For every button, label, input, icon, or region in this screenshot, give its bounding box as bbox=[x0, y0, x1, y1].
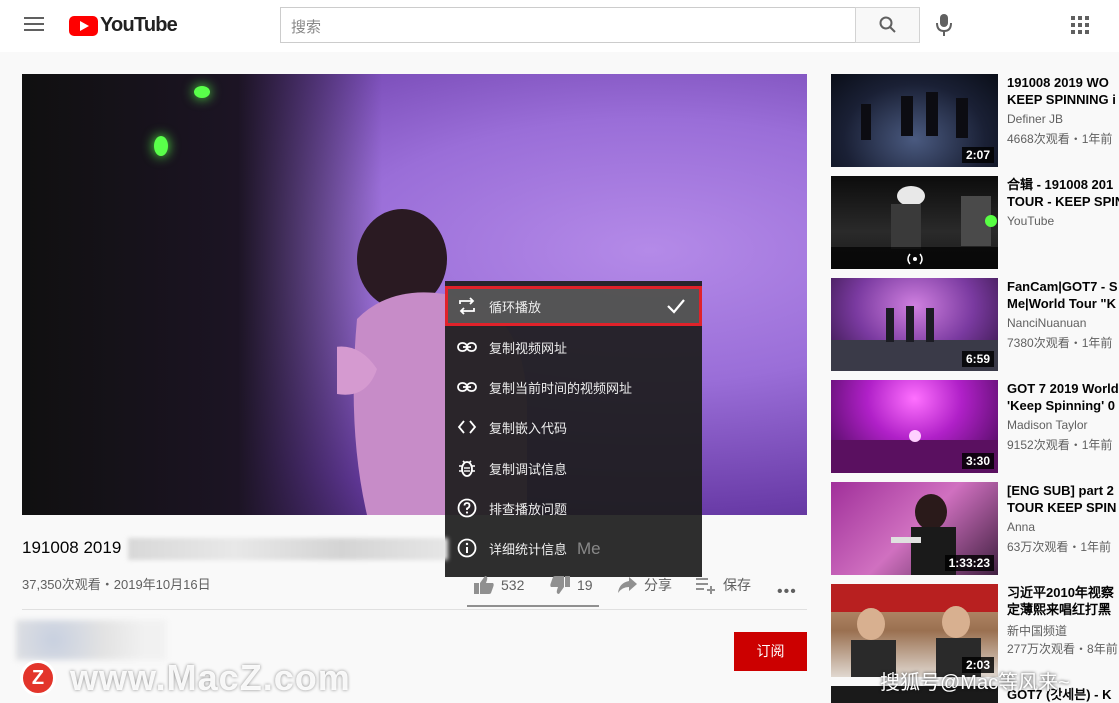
menu-item-troubleshoot[interactable]: 排查播放问题 bbox=[445, 488, 702, 528]
recommendation-item[interactable]: 1:33:23 [ENG SUB] part 2 TOUR KEEP SPIN A… bbox=[831, 482, 1119, 575]
video-thumbnail: 3:30 bbox=[831, 380, 998, 473]
recommendation-item[interactable]: 6:59 FanCam|GOT7 - S Me|World Tour "K Nan… bbox=[831, 278, 1119, 371]
video-title: 191008 2019 bbox=[22, 538, 122, 557]
video-meta: 37,350次观看・2019年10月16日 bbox=[22, 577, 211, 592]
rec-channel: Definer JB bbox=[1007, 112, 1064, 126]
recommendation-item[interactable]: 合辑 - 191008 201 TOUR - KEEP SPIN YouTube bbox=[831, 176, 1119, 269]
menu-item-copy-url-at-time[interactable]: 复制当前时间的视频网址 bbox=[445, 367, 702, 407]
duration-badge: 6:59 bbox=[961, 351, 994, 367]
save-label: 保存 bbox=[723, 577, 751, 593]
live-playlist-bar bbox=[831, 247, 998, 269]
rec-title: 191008 2019 WO KEEP SPINNING i bbox=[1007, 75, 1116, 107]
rec-channel: 新中国频道 bbox=[1007, 624, 1068, 638]
duration-badge: 3:30 bbox=[961, 453, 994, 469]
apps-grid-icon[interactable] bbox=[1071, 16, 1089, 34]
share-label: 分享 bbox=[644, 577, 672, 593]
rec-views: 277万次观看・8年前 bbox=[1007, 642, 1118, 656]
like-button[interactable]: 532 bbox=[473, 575, 524, 595]
video-title-tail: Me bbox=[577, 539, 601, 558]
rec-channel: NanciNuanuan bbox=[1007, 316, 1087, 330]
video-thumbnail: 1:33:23 bbox=[831, 482, 998, 575]
video-thumbnail bbox=[831, 176, 998, 269]
menu-item-label: 排查播放问题 bbox=[489, 501, 568, 517]
video-thumbnail: 2:03 bbox=[831, 584, 998, 677]
info-icon bbox=[457, 538, 477, 558]
search-input[interactable]: 搜索 bbox=[280, 7, 856, 43]
menu-item-label: 详细统计信息 bbox=[489, 541, 568, 557]
rec-title: [ENG SUB] part 2 TOUR KEEP SPIN bbox=[1007, 483, 1117, 515]
rec-channel: YouTube bbox=[1007, 214, 1055, 228]
recommendation-item[interactable]: 2:07 191008 2019 WO KEEP SPINNING i Defin… bbox=[831, 74, 1119, 167]
link-icon bbox=[457, 342, 477, 352]
search-button[interactable] bbox=[855, 7, 920, 43]
video-thumbnail: 2:07 bbox=[831, 74, 998, 167]
macz-logo: Z bbox=[20, 660, 56, 696]
rec-views: 9152次观看・1年前 bbox=[1007, 438, 1113, 452]
glow-light-2 bbox=[154, 136, 168, 156]
recommendation-item[interactable]: 3:30 GOT 7 2019 World 'Keep Spinning' 0 M… bbox=[831, 380, 1119, 473]
code-icon bbox=[457, 420, 477, 434]
rec-channel: Anna bbox=[1007, 520, 1036, 534]
checkmark-icon bbox=[667, 299, 685, 314]
rec-title: 习近平2010年视察 定薄熙来唱红打黑 bbox=[1007, 585, 1114, 617]
player-dark-region bbox=[22, 74, 382, 515]
rec-views: 63万次观看・1年前 bbox=[1007, 540, 1112, 554]
top-bar: YouTube 搜索 bbox=[0, 0, 1119, 52]
rec-channel: Madison Taylor bbox=[1007, 418, 1088, 432]
dislike-button[interactable]: 19 bbox=[549, 575, 593, 595]
help-icon bbox=[457, 498, 477, 518]
duration-badge: 2:07 bbox=[961, 147, 994, 163]
link-icon bbox=[457, 382, 477, 392]
youtube-logo[interactable]: YouTube bbox=[69, 14, 178, 37]
recommendation-item[interactable]: 2:03 习近平2010年视察 定薄熙来唱红打黑 新中国频道 277万次观看・8年… bbox=[831, 584, 1119, 677]
share-button[interactable]: 分享 bbox=[616, 575, 672, 595]
macz-watermark: Z www.MacZ.com bbox=[20, 657, 351, 699]
thumbs-down-icon bbox=[550, 576, 570, 594]
microphone-icon[interactable] bbox=[934, 13, 954, 37]
blurred-channel-info bbox=[16, 620, 166, 660]
rec-title: 合辑 - 191008 201 TOUR - KEEP SPIN bbox=[1007, 177, 1119, 209]
like-count: 532 bbox=[501, 577, 525, 593]
glow-light-1 bbox=[194, 86, 210, 98]
rec-title: FanCam|GOT7 - S Me|World Tour "K bbox=[1007, 279, 1118, 311]
divider bbox=[22, 609, 807, 610]
save-button[interactable]: 保存 bbox=[695, 575, 751, 595]
menu-item-copy-url[interactable]: 复制视频网址 bbox=[445, 327, 702, 367]
logo-text: YouTube bbox=[100, 14, 178, 36]
thumbs-up-icon bbox=[474, 576, 494, 594]
youtube-play-icon bbox=[69, 15, 98, 36]
bug-icon bbox=[459, 460, 475, 477]
menu-item-label: 循环播放 bbox=[489, 299, 542, 315]
rec-views: 4668次观看・1年前 bbox=[1007, 132, 1113, 146]
duration-badge: 1:33:23 bbox=[944, 555, 994, 571]
rec-title: GOT 7 2019 World 'Keep Spinning' 0 bbox=[1007, 381, 1119, 413]
more-actions-icon[interactable]: ••• bbox=[777, 583, 797, 601]
broadcast-icon bbox=[906, 253, 923, 265]
video-thumbnail: 6:59 bbox=[831, 278, 998, 371]
menu-item-label: 复制视频网址 bbox=[489, 340, 568, 356]
menu-item-stats[interactable]: 详细统计信息 bbox=[445, 528, 702, 568]
loop-icon bbox=[459, 297, 475, 315]
menu-item-copy-embed[interactable]: 复制嵌入代码 bbox=[445, 407, 702, 447]
search-icon bbox=[879, 16, 896, 33]
share-icon bbox=[618, 577, 637, 593]
menu-item-label: 复制嵌入代码 bbox=[489, 420, 568, 436]
add-to-playlist-icon bbox=[696, 578, 715, 594]
hamburger-menu-icon[interactable] bbox=[24, 17, 44, 33]
subscribe-button[interactable]: 订阅 bbox=[734, 632, 807, 671]
sohu-watermark: 搜狐号@Mac等风来~ bbox=[880, 672, 1070, 694]
menu-item-label: 复制当前时间的视频网址 bbox=[489, 380, 633, 396]
context-menu: 循环播放 复制视频网址 复制当前时间的视频网址 复制嵌入代码 复制调试信息 排查… bbox=[445, 281, 702, 577]
blurred-title-region bbox=[128, 538, 448, 560]
dislike-count: 19 bbox=[577, 577, 593, 593]
menu-item-label: 复制调试信息 bbox=[489, 461, 568, 477]
menu-item-copy-debug[interactable]: 复制调试信息 bbox=[445, 448, 702, 488]
menu-item-loop[interactable]: 循环播放 bbox=[445, 286, 702, 326]
sentiment-bar bbox=[467, 605, 599, 607]
macz-text: www.MacZ.com bbox=[70, 657, 351, 698]
rec-views: 7380次观看・1年前 bbox=[1007, 336, 1113, 350]
